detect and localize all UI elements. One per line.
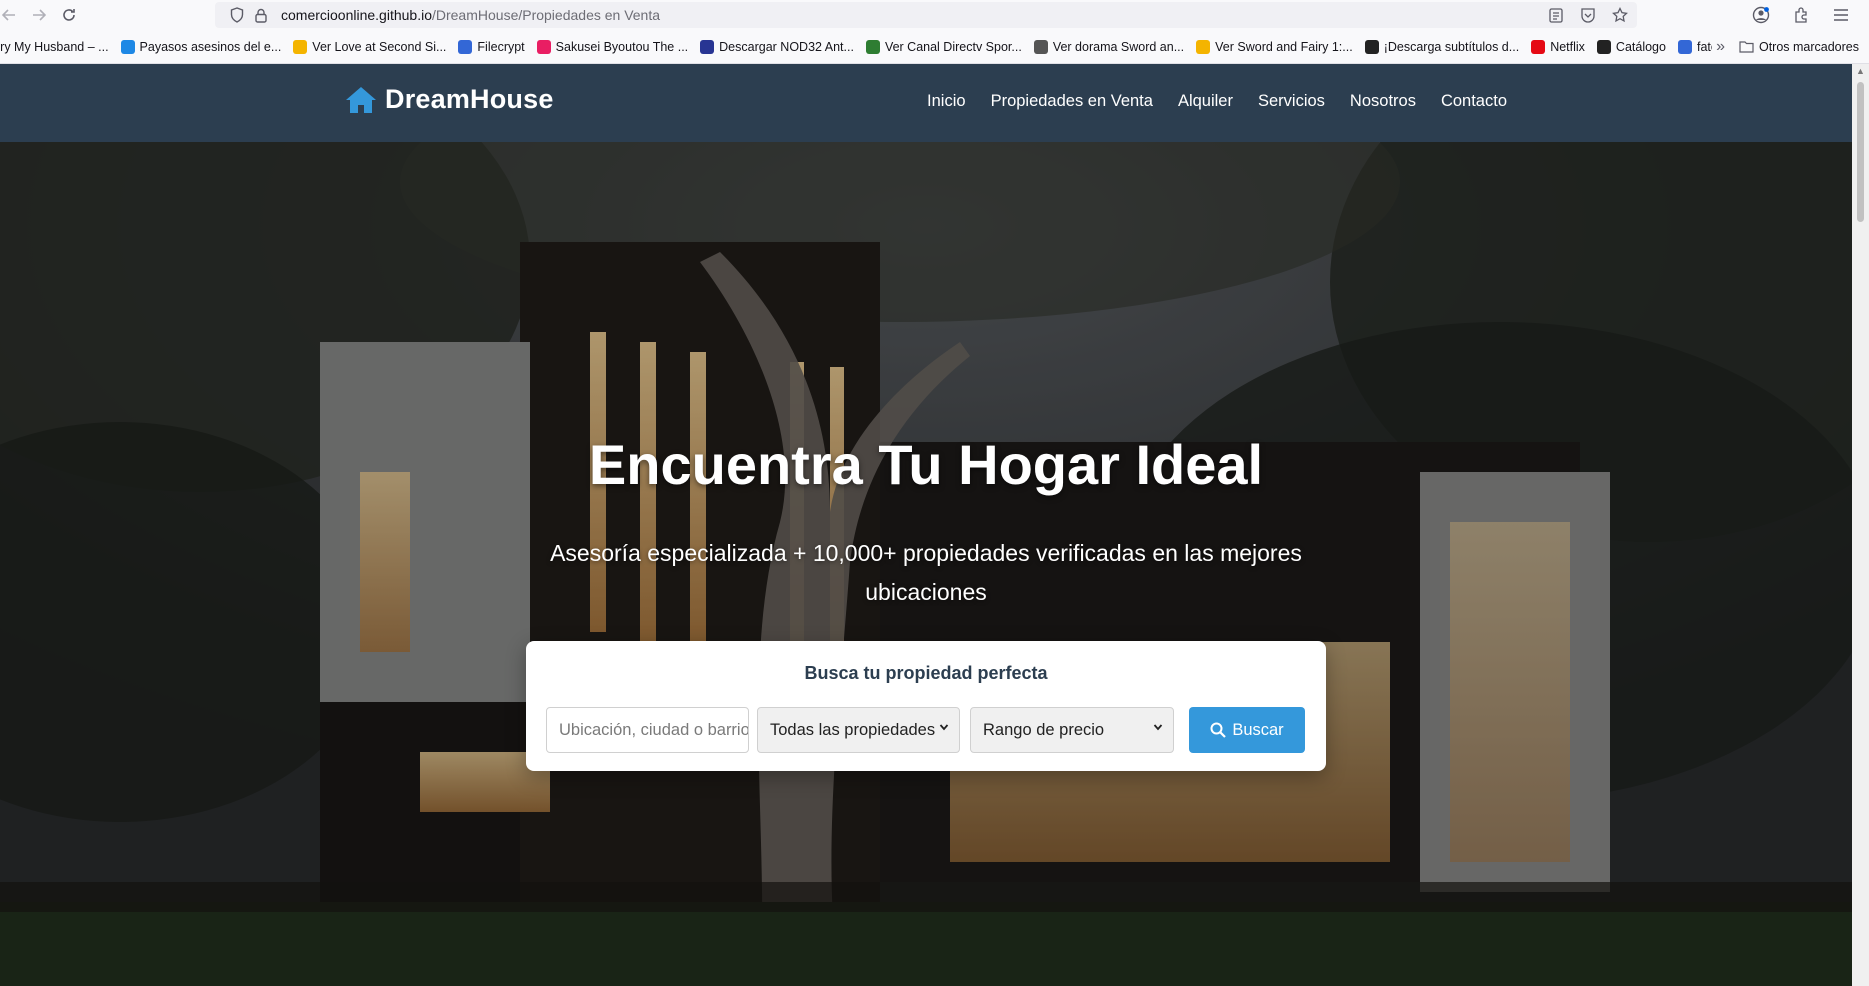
url-host: comercioonline.github.io	[281, 7, 432, 23]
bookmark-label: Filecrypt	[477, 39, 525, 54]
bookmark-favicon-icon	[1033, 39, 1048, 54]
bookmark-favicon-icon	[1196, 39, 1211, 54]
price-range-select[interactable]: Rango de precio	[970, 707, 1174, 753]
bookmark-favicon-icon	[1364, 39, 1379, 54]
nav-inicio[interactable]: Inicio	[927, 92, 966, 111]
bookmark-favicon-icon	[1677, 39, 1692, 54]
reader-view-icon[interactable]	[1547, 4, 1565, 26]
bookmark-item[interactable]: Ver dorama Sword an...	[1033, 39, 1185, 54]
extensions-icon[interactable]	[1791, 4, 1811, 26]
bookmark-label: Ver Canal Directv Spor...	[884, 39, 1022, 54]
search-button-label: Buscar	[1232, 720, 1284, 739]
bookmark-item[interactable]: Payasos asesinos del e...	[120, 39, 282, 54]
price-range-value: Rango de precio	[983, 720, 1105, 739]
bookmark-favicon-icon	[1531, 39, 1546, 54]
other-bookmarks-folder[interactable]: Otros marcadores	[1739, 40, 1859, 54]
site-header: DreamHouse Inicio Propiedades en Venta A…	[0, 64, 1852, 142]
nav-nosotros[interactable]: Nosotros	[1350, 92, 1416, 111]
search-panel-title: Busca tu propiedad perfecta	[804, 663, 1048, 683]
bookmark-label: Descargar NOD32 Ant...	[719, 39, 854, 54]
search-button[interactable]: Buscar	[1189, 707, 1305, 753]
bookmark-label: Ver Sword and Fairy 1:...	[1215, 39, 1353, 54]
property-type-select[interactable]: Todas las propiedades	[757, 707, 960, 753]
folder-icon	[1739, 41, 1754, 53]
bookmark-favicon-icon	[458, 39, 473, 54]
hero-subtitle: Asesoría especializada + 10,000+ propied…	[550, 540, 1302, 605]
home-icon	[346, 86, 376, 113]
bookmark-label: Netflix	[1550, 39, 1585, 54]
url-bar[interactable]: comercioonline.github.io/DreamHouse/Prop…	[215, 2, 1637, 28]
bookmark-label: Ver Love at Second Si...	[312, 39, 447, 54]
bookmarks-overflow: » Otros marcadores	[1712, 38, 1859, 56]
browser-toolbar: comercioonline.github.io/DreamHouse/Prop…	[0, 0, 1869, 30]
bookmark-label: Catálogo	[1615, 39, 1666, 54]
search-panel: Busca tu propiedad perfecta Todas las pr…	[526, 641, 1326, 771]
property-type-value: Todas las propiedades	[770, 720, 936, 739]
bookmark-item[interactable]: Descargar NOD32 Ant...	[700, 39, 854, 54]
bookmark-favicon-icon	[865, 39, 880, 54]
reload-icon	[63, 9, 75, 21]
account-icon[interactable]	[1751, 4, 1771, 26]
bookmark-item[interactable]: Netflix	[1531, 39, 1585, 54]
location-input-wrapper	[546, 707, 749, 753]
bookmark-item[interactable]: Sakusei Byoutou The ...	[536, 39, 689, 54]
nav-propiedades-en-venta[interactable]: Propiedades en Venta	[991, 92, 1153, 111]
bookmark-label: Ver dorama Sword an...	[1052, 39, 1185, 54]
bookmark-item[interactable]: Ver Sword and Fairy 1:...	[1196, 39, 1353, 54]
chevron-down-icon	[1153, 724, 1163, 731]
menu-hamburger-icon[interactable]	[1831, 4, 1851, 26]
bookmark-label: ¡Descarga subtítulos d...	[1383, 39, 1520, 54]
back-button[interactable]	[0, 0, 24, 30]
bookmark-favicon-icon	[120, 39, 135, 54]
bookmark-label: Payasos asesinos del e...	[139, 39, 282, 54]
url-path: /DreamHouse/Propiedades en Venta	[431, 7, 661, 23]
reload-button[interactable]	[54, 0, 84, 30]
lock-icon[interactable]	[249, 3, 273, 27]
save-to-pocket-icon[interactable]	[1579, 4, 1597, 26]
search-icon	[1210, 722, 1227, 738]
chevron-down-icon	[939, 724, 949, 731]
brand-name: DreamHouse	[385, 84, 554, 114]
bookmark-item[interactable]: Ver Love at Second Si...	[293, 39, 447, 54]
nav-contacto[interactable]: Contacto	[1441, 92, 1507, 111]
hero-section: Encuentra Tu Hogar Ideal Asesoría especi…	[0, 142, 1852, 986]
bookmark-label: Sakusei Byoutou The ...	[555, 39, 689, 54]
brand-logo[interactable]: DreamHouse	[345, 84, 554, 115]
bookmark-item[interactable]: ¡Descarga subtítulos d...	[1364, 39, 1520, 54]
bookmark-star-icon[interactable]	[1611, 4, 1629, 26]
hero-title: Encuentra Tu Hogar Ideal	[588, 433, 1264, 496]
scrollbar-thumb[interactable]	[1857, 82, 1864, 222]
bookmark-favicon-icon	[536, 39, 551, 54]
arrow-left-icon	[2, 9, 15, 21]
bookmark-favicon-icon	[293, 39, 308, 54]
location-input[interactable]	[559, 720, 748, 740]
bookmark-item[interactable]: Filecrypt	[458, 39, 525, 54]
bookmark-item[interactable]: Catálogo	[1596, 39, 1666, 54]
forward-button[interactable]	[24, 0, 54, 30]
page-scrollbar[interactable]: ▲	[1852, 64, 1869, 986]
bookmarks-bar: rry My Husband – ... Payasos asesinos del…	[0, 30, 1869, 64]
bookmark-item[interactable]: rry My Husband – ...	[0, 40, 109, 54]
nav-alquiler[interactable]: Alquiler	[1178, 92, 1233, 111]
bookmark-favicon-icon	[700, 39, 715, 54]
other-bookmarks-label: Otros marcadores	[1758, 40, 1859, 54]
bookmark-favicon-icon	[1596, 39, 1611, 54]
bookmark-label: rry My Husband – ...	[0, 39, 109, 54]
bookmarks-more-button[interactable]: »	[1716, 38, 1725, 56]
shield-icon[interactable]	[225, 3, 249, 27]
main-nav: Inicio Propiedades en Venta Alquiler Ser…	[927, 92, 1507, 111]
scroll-up-icon[interactable]: ▲	[1856, 66, 1865, 76]
arrow-right-icon	[33, 9, 46, 21]
url-text[interactable]: comercioonline.github.io/DreamHouse/Prop…	[281, 7, 660, 23]
bookmark-item[interactable]: Ver Canal Directv Spor...	[865, 39, 1022, 54]
nav-servicios[interactable]: Servicios	[1258, 92, 1325, 111]
